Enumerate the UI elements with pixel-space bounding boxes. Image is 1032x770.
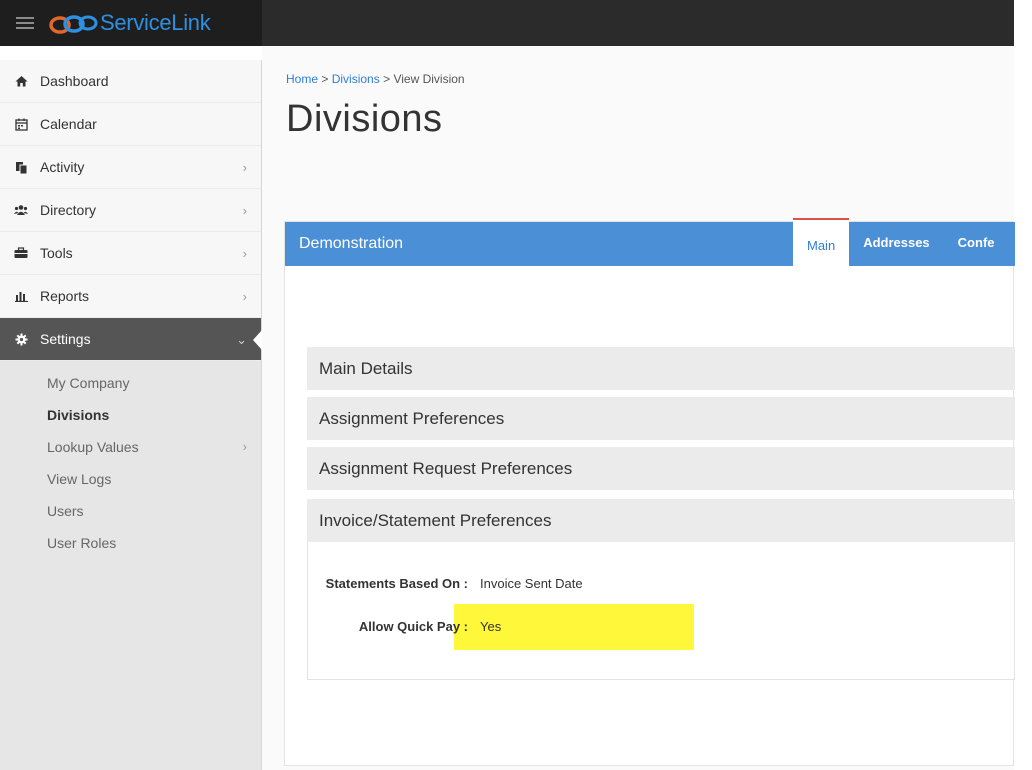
gear-icon xyxy=(14,332,28,346)
breadcrumb: Home > Divisions > View Division xyxy=(286,72,465,86)
sidebar-item-label: Calendar xyxy=(40,116,97,132)
invoice-statement-body: Statements Based On : Invoice Sent Date … xyxy=(307,542,1015,680)
sidebar-subitem-divisions[interactable]: Divisions xyxy=(0,399,261,431)
section-assignment-preferences[interactable]: Assignment Preferences xyxy=(307,397,1015,440)
sidebar-subitem-users[interactable]: Users xyxy=(0,495,261,527)
tab-main[interactable]: Main xyxy=(793,218,850,266)
sidebar-item-label: Directory xyxy=(40,202,97,218)
page-title: Divisions xyxy=(286,98,443,140)
section-main-details[interactable]: Main Details xyxy=(307,347,1015,390)
breadcrumb-home-link[interactable]: Home xyxy=(286,72,318,86)
main-content: Home > Divisions > View Division Divisio… xyxy=(262,46,1015,770)
breadcrumb-current: View Division xyxy=(393,72,465,86)
sidebar-subitem-label: View Logs xyxy=(47,471,112,487)
sidebar-subitem-view-logs[interactable]: View Logs xyxy=(0,463,261,495)
chevron-right-icon: › xyxy=(242,246,247,261)
statements-based-on-value: Invoice Sent Date xyxy=(480,576,583,591)
sidebar-subitem-label: My Company xyxy=(47,375,130,391)
sidebar-item-label: Reports xyxy=(40,288,90,304)
chevron-down-icon: ⌄ xyxy=(236,332,247,347)
sidebar-item-directory[interactable]: Directory › xyxy=(0,189,261,232)
bar-chart-icon xyxy=(14,289,28,303)
chevron-right-icon: › xyxy=(242,289,247,304)
chevron-right-icon: › xyxy=(242,160,247,175)
sidebar-item-label: Activity xyxy=(40,159,85,175)
tab-confe[interactable]: Confe xyxy=(944,218,1009,266)
logo-rings-icon xyxy=(49,15,98,34)
hamburger-menu-icon[interactable] xyxy=(16,14,34,32)
sidebar: Dashboard Calendar Activity › Directory … xyxy=(0,60,262,770)
chevron-right-icon: › xyxy=(242,203,247,218)
allow-quick-pay-label: Allow Quick Pay : xyxy=(358,619,468,634)
sidebar-item-activity[interactable]: Activity › xyxy=(0,146,261,189)
top-bar: ServiceLink xyxy=(0,0,1014,46)
servicelink-logo[interactable]: ServiceLink xyxy=(48,10,211,36)
sidebar-item-label: Tools xyxy=(40,245,73,261)
sidebar-subitem-label: User Roles xyxy=(47,535,117,551)
allow-quick-pay-row: Allow Quick Pay : Yes xyxy=(308,619,501,634)
sidebar-item-settings[interactable]: Settings ⌄ xyxy=(0,318,262,361)
sidebar-item-reports[interactable]: Reports › xyxy=(0,275,261,318)
brand-area: ServiceLink xyxy=(0,0,262,46)
files-icon xyxy=(14,160,28,174)
division-panel: Demonstration Main Addresses Confe Main … xyxy=(284,218,1015,766)
panel-tabs: Main Addresses Confe xyxy=(793,218,1009,266)
sidebar-subitem-user-roles[interactable]: User Roles xyxy=(0,527,261,559)
breadcrumb-divisions-link[interactable]: Divisions xyxy=(332,72,380,86)
panel-header: Demonstration Main Addresses Confe xyxy=(285,218,1015,266)
sidebar-item-label: Settings xyxy=(40,331,91,347)
sidebar-item-tools[interactable]: Tools › xyxy=(0,232,261,275)
settings-submenu: My Company Divisions Lookup Values › Vie… xyxy=(0,361,261,571)
home-icon xyxy=(14,74,28,88)
sidebar-subitem-label: Users xyxy=(47,503,84,519)
breadcrumb-separator: > xyxy=(383,72,391,86)
statements-based-on-row: Statements Based On : Invoice Sent Date xyxy=(308,576,583,591)
sidebar-item-dashboard[interactable]: Dashboard xyxy=(0,60,261,103)
division-name: Demonstration xyxy=(299,235,404,252)
sidebar-item-label: Dashboard xyxy=(40,73,109,89)
calendar-icon xyxy=(14,117,28,131)
brand-name: ServiceLink xyxy=(100,10,211,35)
allow-quick-pay-value: Yes xyxy=(480,619,502,634)
sidebar-item-calendar[interactable]: Calendar xyxy=(0,103,261,146)
briefcase-icon xyxy=(14,246,28,260)
sidebar-subitem-my-company[interactable]: My Company xyxy=(0,367,261,399)
users-icon xyxy=(14,203,28,217)
breadcrumb-separator: > xyxy=(321,72,329,86)
tab-addresses[interactable]: Addresses xyxy=(849,218,943,266)
sidebar-subitem-label: Divisions xyxy=(47,407,110,423)
section-invoice-statement-preferences[interactable]: Invoice/Statement Preferences xyxy=(307,499,1015,542)
chevron-right-icon: › xyxy=(242,439,247,454)
sidebar-subitem-label: Lookup Values xyxy=(47,439,139,455)
section-assignment-request-preferences[interactable]: Assignment Request Preferences xyxy=(307,447,1015,490)
statements-based-on-label: Statements Based On : xyxy=(325,576,468,591)
sidebar-subitem-lookup-values[interactable]: Lookup Values › xyxy=(0,431,261,463)
